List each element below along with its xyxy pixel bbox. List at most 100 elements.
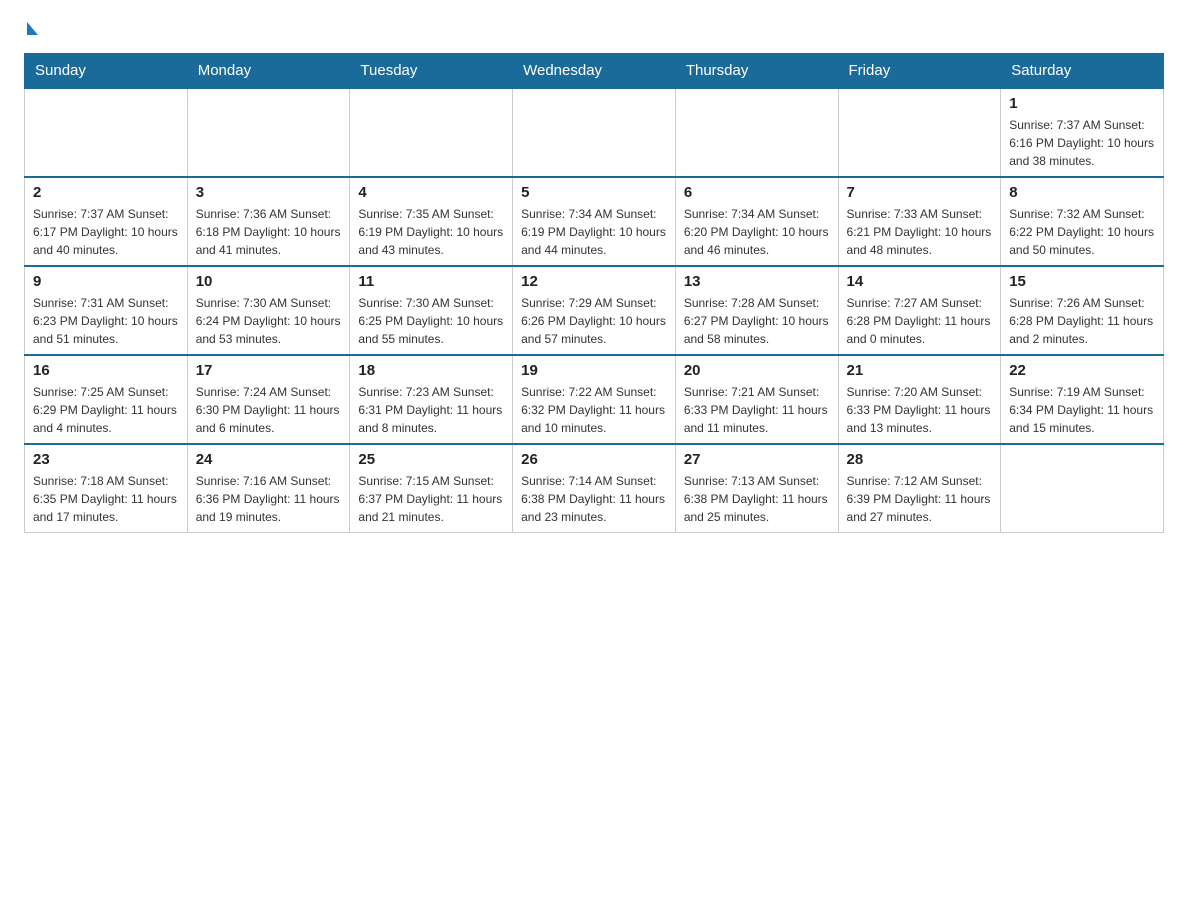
page-header — [24, 24, 1164, 37]
calendar-cell: 17 Sunrise: 7:24 AM Sunset: 6:30 PM Dayli… — [187, 355, 350, 444]
calendar-week-5: 23Sunrise: 7:18 AM Sunset: 6:35 PM Dayli… — [25, 444, 1164, 533]
calendar-cell: 20 Sunrise: 7:21 AM Sunset: 6:33 PM Dayli… — [675, 355, 838, 444]
calendar-cell — [675, 88, 838, 177]
calendar-cell — [838, 88, 1001, 177]
calendar-cell: 6 Sunrise: 7:34 AM Sunset: 6:20 PM Daylig… — [675, 177, 838, 266]
day-number: 11 — [358, 273, 504, 290]
day-info: Sunrise: 7:34 AM Sunset: 6:20 PM Dayligh… — [684, 205, 830, 259]
day-info: Sunrise: 7:30 AM Sunset: 6:25 PM Dayligh… — [358, 294, 504, 348]
calendar-cell: 7 Sunrise: 7:33 AM Sunset: 6:21 PM Daylig… — [838, 177, 1001, 266]
day-info: Sunrise: 7:19 AM Sunset: 6:34 PM Dayligh… — [1009, 383, 1155, 437]
calendar-cell: 28 Sunrise: 7:12 AM Sunset: 6:39 PM Dayli… — [838, 444, 1001, 533]
day-number: 16 — [33, 362, 179, 379]
calendar-cell — [513, 88, 676, 177]
calendar-cell: 27 Sunrise: 7:13 AM Sunset: 6:38 PM Dayli… — [675, 444, 838, 533]
calendar-cell: 3 Sunrise: 7:36 AM Sunset: 6:18 PM Daylig… — [187, 177, 350, 266]
calendar-cell: 2 Sunrise: 7:37 AM Sunset: 6:17 PM Daylig… — [25, 177, 188, 266]
day-number: 6 — [684, 184, 830, 201]
weekday-header-saturday: Saturday — [1001, 54, 1164, 89]
day-number: 4 — [358, 184, 504, 201]
calendar-cell: 19 Sunrise: 7:22 AM Sunset: 6:32 PM Dayli… — [513, 355, 676, 444]
day-number: 7 — [847, 184, 993, 201]
day-number: 14 — [847, 273, 993, 290]
day-number: 8 — [1009, 184, 1155, 201]
day-info: Sunrise: 7:20 AM Sunset: 6:33 PM Dayligh… — [847, 383, 993, 437]
calendar-cell: 5Sunrise: 7:34 AM Sunset: 6:19 PM Daylig… — [513, 177, 676, 266]
day-number: 13 — [684, 273, 830, 290]
day-number: 25 — [358, 451, 504, 468]
day-info: Sunrise: 7:18 AM Sunset: 6:35 PM Dayligh… — [33, 472, 179, 526]
calendar-cell: 9Sunrise: 7:31 AM Sunset: 6:23 PM Daylig… — [25, 266, 188, 355]
day-number: 21 — [847, 362, 993, 379]
calendar-cell: 26Sunrise: 7:14 AM Sunset: 6:38 PM Dayli… — [513, 444, 676, 533]
day-info: Sunrise: 7:22 AM Sunset: 6:32 PM Dayligh… — [521, 383, 667, 437]
calendar-table: SundayMondayTuesdayWednesdayThursdayFrid… — [24, 53, 1164, 533]
calendar-week-2: 2 Sunrise: 7:37 AM Sunset: 6:17 PM Daylig… — [25, 177, 1164, 266]
day-info: Sunrise: 7:25 AM Sunset: 6:29 PM Dayligh… — [33, 383, 179, 437]
day-info: Sunrise: 7:33 AM Sunset: 6:21 PM Dayligh… — [847, 205, 993, 259]
weekday-header-tuesday: Tuesday — [350, 54, 513, 89]
day-number: 2 — [33, 184, 179, 201]
logo-arrow-icon — [27, 22, 38, 35]
day-info: Sunrise: 7:30 AM Sunset: 6:24 PM Dayligh… — [196, 294, 342, 348]
day-number: 19 — [521, 362, 667, 379]
day-info: Sunrise: 7:35 AM Sunset: 6:19 PM Dayligh… — [358, 205, 504, 259]
day-number: 18 — [358, 362, 504, 379]
day-info: Sunrise: 7:15 AM Sunset: 6:37 PM Dayligh… — [358, 472, 504, 526]
day-info: Sunrise: 7:37 AM Sunset: 6:16 PM Dayligh… — [1009, 116, 1155, 170]
day-number: 1 — [1009, 95, 1155, 112]
calendar-cell: 24 Sunrise: 7:16 AM Sunset: 6:36 PM Dayli… — [187, 444, 350, 533]
calendar-cell: 12 Sunrise: 7:29 AM Sunset: 6:26 PM Dayli… — [513, 266, 676, 355]
calendar-cell: 15 Sunrise: 7:26 AM Sunset: 6:28 PM Dayli… — [1001, 266, 1164, 355]
calendar-cell: 10 Sunrise: 7:30 AM Sunset: 6:24 PM Dayli… — [187, 266, 350, 355]
day-info: Sunrise: 7:37 AM Sunset: 6:17 PM Dayligh… — [33, 205, 179, 259]
day-info: Sunrise: 7:28 AM Sunset: 6:27 PM Dayligh… — [684, 294, 830, 348]
weekday-header-thursday: Thursday — [675, 54, 838, 89]
day-info: Sunrise: 7:13 AM Sunset: 6:38 PM Dayligh… — [684, 472, 830, 526]
day-number: 12 — [521, 273, 667, 290]
day-number: 15 — [1009, 273, 1155, 290]
day-info: Sunrise: 7:12 AM Sunset: 6:39 PM Dayligh… — [847, 472, 993, 526]
calendar-cell — [350, 88, 513, 177]
calendar-cell — [25, 88, 188, 177]
day-number: 20 — [684, 362, 830, 379]
day-number: 3 — [196, 184, 342, 201]
calendar-cell: 4 Sunrise: 7:35 AM Sunset: 6:19 PM Daylig… — [350, 177, 513, 266]
day-info: Sunrise: 7:26 AM Sunset: 6:28 PM Dayligh… — [1009, 294, 1155, 348]
day-number: 17 — [196, 362, 342, 379]
day-number: 10 — [196, 273, 342, 290]
day-number: 22 — [1009, 362, 1155, 379]
weekday-header-friday: Friday — [838, 54, 1001, 89]
calendar-cell — [1001, 444, 1164, 533]
calendar-cell: 21 Sunrise: 7:20 AM Sunset: 6:33 PM Dayli… — [838, 355, 1001, 444]
weekday-header-row: SundayMondayTuesdayWednesdayThursdayFrid… — [25, 54, 1164, 89]
calendar-cell: 23Sunrise: 7:18 AM Sunset: 6:35 PM Dayli… — [25, 444, 188, 533]
day-info: Sunrise: 7:24 AM Sunset: 6:30 PM Dayligh… — [196, 383, 342, 437]
calendar-cell: 8 Sunrise: 7:32 AM Sunset: 6:22 PM Daylig… — [1001, 177, 1164, 266]
day-info: Sunrise: 7:23 AM Sunset: 6:31 PM Dayligh… — [358, 383, 504, 437]
calendar-cell: 25 Sunrise: 7:15 AM Sunset: 6:37 PM Dayli… — [350, 444, 513, 533]
calendar-cell: 13 Sunrise: 7:28 AM Sunset: 6:27 PM Dayli… — [675, 266, 838, 355]
day-info: Sunrise: 7:16 AM Sunset: 6:36 PM Dayligh… — [196, 472, 342, 526]
calendar-cell: 22 Sunrise: 7:19 AM Sunset: 6:34 PM Dayli… — [1001, 355, 1164, 444]
calendar-cell: 1 Sunrise: 7:37 AM Sunset: 6:16 PM Daylig… — [1001, 88, 1164, 177]
day-info: Sunrise: 7:32 AM Sunset: 6:22 PM Dayligh… — [1009, 205, 1155, 259]
calendar-week-1: 1 Sunrise: 7:37 AM Sunset: 6:16 PM Daylig… — [25, 88, 1164, 177]
day-number: 24 — [196, 451, 342, 468]
day-info: Sunrise: 7:27 AM Sunset: 6:28 PM Dayligh… — [847, 294, 993, 348]
weekday-header-sunday: Sunday — [25, 54, 188, 89]
day-number: 27 — [684, 451, 830, 468]
day-info: Sunrise: 7:34 AM Sunset: 6:19 PM Dayligh… — [521, 205, 667, 259]
calendar-cell — [187, 88, 350, 177]
day-info: Sunrise: 7:14 AM Sunset: 6:38 PM Dayligh… — [521, 472, 667, 526]
day-info: Sunrise: 7:36 AM Sunset: 6:18 PM Dayligh… — [196, 205, 342, 259]
day-info: Sunrise: 7:31 AM Sunset: 6:23 PM Dayligh… — [33, 294, 179, 348]
calendar-cell: 18 Sunrise: 7:23 AM Sunset: 6:31 PM Dayli… — [350, 355, 513, 444]
day-info: Sunrise: 7:29 AM Sunset: 6:26 PM Dayligh… — [521, 294, 667, 348]
weekday-header-monday: Monday — [187, 54, 350, 89]
day-info: Sunrise: 7:21 AM Sunset: 6:33 PM Dayligh… — [684, 383, 830, 437]
day-number: 28 — [847, 451, 993, 468]
calendar-week-4: 16 Sunrise: 7:25 AM Sunset: 6:29 PM Dayli… — [25, 355, 1164, 444]
calendar-week-3: 9Sunrise: 7:31 AM Sunset: 6:23 PM Daylig… — [25, 266, 1164, 355]
logo — [24, 24, 38, 37]
